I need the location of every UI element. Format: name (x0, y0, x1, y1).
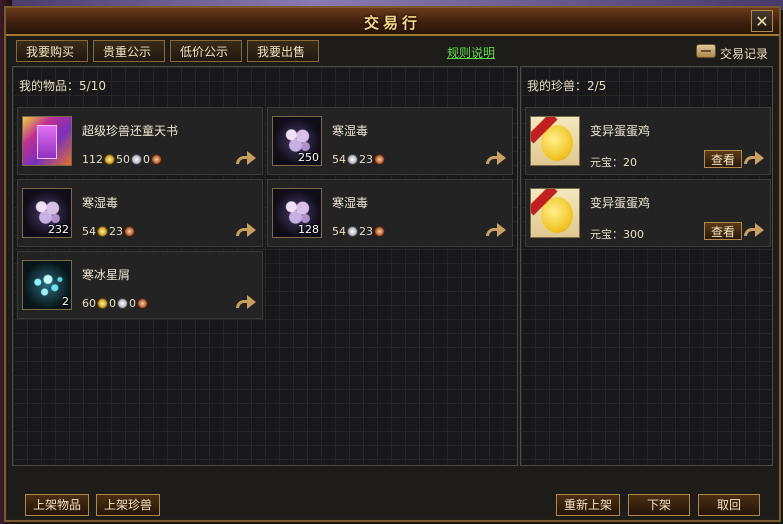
my-pets-header: 我的珍兽：2/5 (527, 79, 607, 93)
silver-coin-icon (117, 297, 128, 309)
copper-coin-icon (151, 153, 162, 165)
poison-icon: 250 (272, 116, 322, 166)
share-arrow-icon[interactable] (236, 222, 256, 238)
pet-price: 元宝：300 (590, 228, 644, 241)
view-button[interactable]: 查看 (704, 150, 743, 168)
scroll-icon (696, 44, 716, 58)
tab-valuable-notice[interactable]: 贵重公示 (93, 40, 165, 62)
share-arrow-icon[interactable] (486, 150, 506, 166)
pet-slot[interactable]: 变异蛋蛋鸡 元宝：20 查看 (525, 107, 771, 175)
pet-slot[interactable]: 变异蛋蛋鸡 元宝：300 查看 (525, 179, 771, 247)
tab-sell[interactable]: 我要出售 (247, 40, 319, 62)
stack-count: 232 (48, 223, 69, 236)
stack-count: 128 (298, 223, 319, 236)
item-name: 超级珍兽还童天书 (82, 124, 179, 138)
item-name: 寒湿毒 (332, 124, 369, 138)
item-slot[interactable]: 超级珍兽还童天书 112 50 0 (17, 107, 263, 175)
item-slot[interactable]: 232 寒湿毒 54 23 (17, 179, 263, 247)
book-icon (22, 116, 72, 166)
list-pet-button[interactable]: 上架珍兽 (96, 494, 160, 516)
view-button[interactable]: 查看 (704, 222, 743, 240)
retrieve-button[interactable]: 取回 (698, 494, 760, 516)
share-arrow-icon[interactable] (236, 150, 256, 166)
share-arrow-icon[interactable] (744, 150, 764, 166)
stack-count: 2 (62, 295, 69, 308)
title-bar: 交易行 ✕ (6, 8, 779, 36)
copper-coin-icon (124, 225, 135, 237)
gold-coin-icon (97, 297, 108, 309)
window-title: 交易行 (363, 14, 421, 32)
ice-shard-icon: 2 (22, 260, 72, 310)
share-arrow-icon[interactable] (236, 294, 256, 310)
item-slot[interactable]: 128 寒湿毒 54 23 (267, 179, 513, 247)
list-item-button[interactable]: 上架物品 (25, 494, 89, 516)
my-items-header: 我的物品：5/10 (19, 79, 106, 93)
silver-coin-icon (131, 153, 142, 165)
share-arrow-icon[interactable] (486, 222, 506, 238)
trade-window: 交易行 ✕ 我要购买 贵重公示 低价公示 我要出售 规则说明 交易记录 我的物品… (4, 6, 781, 522)
item-name: 寒湿毒 (82, 196, 119, 210)
item-price: 54 23 (332, 224, 386, 238)
silver-coin-icon (347, 225, 358, 237)
relist-button[interactable]: 重新上架 (556, 494, 620, 516)
item-name: 寒湿毒 (332, 196, 369, 210)
my-items-panel: 我的物品：5/10 超级珍兽还童天书 112 50 0 250 寒湿毒 54 23 2… (12, 66, 518, 466)
item-slot[interactable]: 2 寒冰星屑 60 0 0 (17, 251, 263, 319)
poison-icon: 232 (22, 188, 72, 238)
copper-coin-icon (374, 153, 385, 165)
copper-coin-icon (137, 297, 148, 309)
item-price: 54 23 (82, 224, 136, 238)
item-price: 60 0 0 (82, 296, 149, 310)
item-slot[interactable]: 250 寒湿毒 54 23 (267, 107, 513, 175)
share-arrow-icon[interactable] (744, 222, 764, 238)
pet-price: 元宝：20 (590, 156, 637, 169)
gold-coin-icon (97, 225, 108, 237)
pet-name: 变异蛋蛋鸡 (590, 196, 651, 210)
item-name: 寒冰星屑 (82, 268, 131, 282)
rules-link[interactable]: 规则说明 (447, 44, 495, 61)
my-pets-panel: 我的珍兽：2/5 变异蛋蛋鸡 元宝：20 查看 变异蛋蛋鸡 元宝：300 查看 (520, 66, 773, 466)
copper-coin-icon (374, 225, 385, 237)
silver-coin-icon (347, 153, 358, 165)
pet-name: 变异蛋蛋鸡 (590, 124, 651, 138)
item-price: 54 23 (332, 152, 386, 166)
chick-icon (530, 116, 580, 166)
stack-count: 250 (298, 151, 319, 164)
tab-buy[interactable]: 我要购买 (16, 40, 88, 62)
trade-history-label: 交易记录 (720, 47, 769, 61)
chick-icon (530, 188, 580, 238)
tab-low-price-notice[interactable]: 低价公示 (170, 40, 242, 62)
close-button[interactable]: ✕ (751, 10, 773, 32)
delist-button[interactable]: 下架 (628, 494, 690, 516)
item-price: 112 50 0 (82, 152, 163, 166)
gold-coin-icon (104, 153, 115, 165)
poison-icon: 128 (272, 188, 322, 238)
